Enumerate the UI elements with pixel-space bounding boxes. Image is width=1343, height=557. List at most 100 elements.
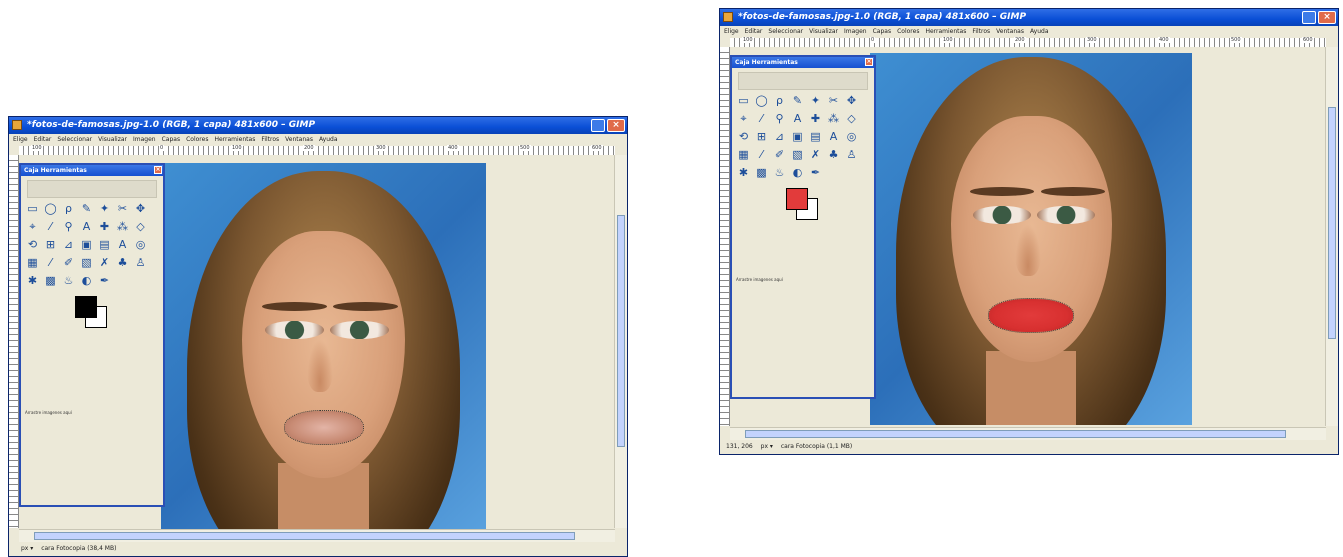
pencil-icon[interactable]: ⁄ <box>754 147 769 162</box>
paintbrush-icon[interactable]: ✐ <box>61 255 76 270</box>
portrait-photo[interactable] <box>870 53 1192 425</box>
window-titlebar[interactable]: *fotos-de-famosas.jpg-1.0 (RGB, 1 capa) … <box>720 9 1338 26</box>
window-titlebar[interactable]: *fotos-de-famosas.jpg-1.0 (RGB, 1 capa) … <box>9 117 627 134</box>
text-icon[interactable]: A <box>115 237 130 252</box>
unit-select[interactable]: px ▾ <box>761 443 773 450</box>
flip-icon[interactable]: ▤ <box>97 237 112 252</box>
measure-icon[interactable]: A <box>790 111 805 126</box>
bucket-fill-icon[interactable]: ◎ <box>133 237 148 252</box>
vertical-scrollbar[interactable] <box>614 155 627 528</box>
menu-item[interactable]: Seleccionar <box>57 136 92 143</box>
text-icon[interactable]: A <box>826 129 841 144</box>
airbrush-icon[interactable]: ✗ <box>808 147 823 162</box>
measure-icon[interactable]: A <box>79 219 94 234</box>
scale-icon[interactable]: ⊞ <box>754 129 769 144</box>
horizontal-scrollbar[interactable] <box>730 427 1326 440</box>
heal-icon[interactable]: ✱ <box>25 273 40 288</box>
menu-item[interactable]: Herramientas <box>925 28 966 35</box>
blur-icon[interactable]: ♨ <box>772 165 787 180</box>
foreground-select-icon[interactable]: ✥ <box>133 201 148 216</box>
lips-selection[interactable] <box>988 297 1074 333</box>
eraser-icon[interactable]: ▧ <box>790 147 805 162</box>
rotate-icon[interactable]: ⟲ <box>25 237 40 252</box>
toolbox-title[interactable]: Caja Herramientas × <box>21 165 163 176</box>
fuzzy-select-icon[interactable]: ✎ <box>790 93 805 108</box>
image-canvas[interactable]: Caja Herramientas × ▭ ◯ ρ ✎ ✦ ✂ ✥ ⌖ ⁄ ⚲ A ✚ ⁂ ◇ ⟲ ⊞ ⊿ ▣ ▤ A… <box>19 155 615 538</box>
smudge-icon[interactable]: ◐ <box>79 273 94 288</box>
close-button[interactable]: × <box>607 119 625 132</box>
menu-item[interactable]: Imagen <box>844 28 867 35</box>
smudge-icon[interactable]: ◐ <box>790 165 805 180</box>
color-select-icon[interactable]: ✦ <box>97 201 112 216</box>
foreground-color[interactable] <box>786 188 808 210</box>
move-icon[interactable]: ✚ <box>808 111 823 126</box>
blend-icon[interactable]: ▦ <box>25 255 40 270</box>
foreground-select-icon[interactable]: ✥ <box>844 93 859 108</box>
ink-icon[interactable]: ♣ <box>115 255 130 270</box>
scissors-icon[interactable]: ✂ <box>115 201 130 216</box>
zoom-icon[interactable]: ⚲ <box>772 111 787 126</box>
horizontal-scrollbar[interactable] <box>19 529 615 542</box>
clone-icon[interactable]: ♙ <box>844 147 859 162</box>
menu-item[interactable]: Visualizar <box>809 28 838 35</box>
move-icon[interactable]: ✚ <box>97 219 112 234</box>
minimize-button[interactable] <box>591 119 605 132</box>
scroll-thumb[interactable] <box>617 215 625 447</box>
vertical-scrollbar[interactable] <box>1325 47 1338 426</box>
portrait-photo[interactable] <box>161 163 486 538</box>
image-canvas[interactable]: Caja Herramientas × ▭ ◯ ρ ✎ ✦ ✂ ✥ ⌖ ⁄ ⚲ A ✚ ⁂ ◇ ⟲ ⊞ ⊿ ▣ ▤ A… <box>730 47 1326 426</box>
eraser-icon[interactable]: ▧ <box>79 255 94 270</box>
menu-item[interactable]: Capas <box>162 136 180 143</box>
crop-icon[interactable]: ◇ <box>844 111 859 126</box>
menu-item[interactable]: Ayuda <box>1030 28 1049 35</box>
menu-item[interactable]: Ventanas <box>996 28 1024 35</box>
menu-item[interactable]: Visualizar <box>98 136 127 143</box>
lasso-icon[interactable]: ρ <box>61 201 76 216</box>
menu-item[interactable]: Herramientas <box>214 136 255 143</box>
shear-icon[interactable]: ⊿ <box>61 237 76 252</box>
menu-item[interactable]: Colores <box>186 136 208 143</box>
fuzzy-select-icon[interactable]: ✎ <box>79 201 94 216</box>
clone-icon[interactable]: ♙ <box>133 255 148 270</box>
ellipse-select-icon[interactable]: ◯ <box>43 201 58 216</box>
menu-item[interactable]: Editar <box>745 28 763 35</box>
paintbrush-icon[interactable]: ✐ <box>772 147 787 162</box>
bucket-fill-icon[interactable]: ◎ <box>844 129 859 144</box>
vertical-ruler[interactable] <box>720 47 730 426</box>
toolbox-close-icon[interactable]: × <box>865 58 873 66</box>
menu-item[interactable]: Capas <box>873 28 891 35</box>
shear-icon[interactable]: ⊿ <box>772 129 787 144</box>
menu-item[interactable]: Editar <box>34 136 52 143</box>
paths-icon[interactable]: ⌖ <box>25 219 40 234</box>
lips-selection[interactable] <box>283 409 364 446</box>
menu-item[interactable]: Elige <box>724 28 739 35</box>
color-swatch[interactable] <box>786 188 820 222</box>
scroll-thumb[interactable] <box>745 430 1286 438</box>
menu-item[interactable]: Ayuda <box>319 136 338 143</box>
color-select-icon[interactable]: ✦ <box>808 93 823 108</box>
scissors-icon[interactable]: ✂ <box>826 93 841 108</box>
dodge-burn-icon[interactable]: ✒ <box>97 273 112 288</box>
color-swatch[interactable] <box>75 296 109 330</box>
color-picker-icon[interactable]: ⁄ <box>43 219 58 234</box>
menu-item[interactable]: Elige <box>13 136 28 143</box>
lasso-icon[interactable]: ρ <box>772 93 787 108</box>
close-button[interactable]: × <box>1318 11 1336 24</box>
toolbox-close-icon[interactable]: × <box>154 166 162 174</box>
airbrush-icon[interactable]: ✗ <box>97 255 112 270</box>
zoom-icon[interactable]: ⚲ <box>61 219 76 234</box>
ellipse-select-icon[interactable]: ◯ <box>754 93 769 108</box>
perspective-icon[interactable]: ▣ <box>790 129 805 144</box>
menu-item[interactable]: Ventanas <box>285 136 313 143</box>
menu-item[interactable]: Filtros <box>972 28 990 35</box>
perspective-clone-icon[interactable]: ▩ <box>754 165 769 180</box>
foreground-color[interactable] <box>75 296 97 318</box>
toolbox-title[interactable]: Caja Herramientas × <box>732 57 874 68</box>
align-icon[interactable]: ⁂ <box>826 111 841 126</box>
menu-item[interactable]: Imagen <box>133 136 156 143</box>
menu-item[interactable]: Seleccionar <box>768 28 803 35</box>
minimize-button[interactable] <box>1302 11 1316 24</box>
rotate-icon[interactable]: ⟲ <box>736 129 751 144</box>
scroll-thumb[interactable] <box>1328 107 1336 339</box>
paths-icon[interactable]: ⌖ <box>736 111 751 126</box>
